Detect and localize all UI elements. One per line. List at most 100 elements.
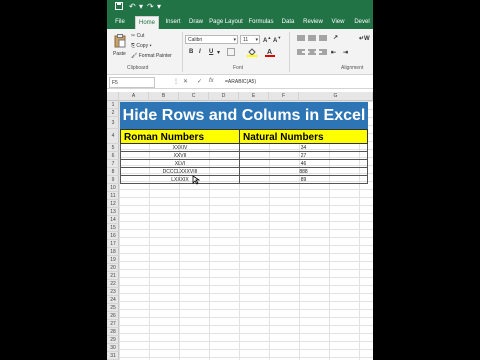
row-header[interactable]: 26 xyxy=(107,312,119,320)
row-header[interactable]: 18 xyxy=(107,248,119,256)
row-header[interactable]: 30 xyxy=(107,344,119,352)
tab-insert[interactable]: Insert xyxy=(163,16,183,29)
column-header[interactable]: E xyxy=(239,92,269,101)
row-header[interactable]: 2 xyxy=(107,109,119,117)
increase-indent-icon[interactable]: ⇥ xyxy=(343,49,348,56)
align-left-icon[interactable] xyxy=(297,49,305,58)
row-header[interactable]: 3 xyxy=(107,117,119,129)
row-header[interactable]: 31 xyxy=(107,352,119,360)
font-size-select[interactable]: 11 ▾ xyxy=(240,35,260,44)
align-middle-icon[interactable] xyxy=(308,35,316,44)
paste-button[interactable]: Paste xyxy=(112,32,128,60)
header-roman-numbers[interactable]: Roman Numbers xyxy=(120,129,240,144)
row-header[interactable]: 29 xyxy=(107,336,119,344)
wrap-text-button[interactable]: ↵W xyxy=(359,35,370,42)
table-cell-natural[interactable]: 89 xyxy=(239,176,368,184)
row-header[interactable]: 28 xyxy=(107,328,119,336)
italic-button[interactable]: I xyxy=(199,49,201,55)
column-header[interactable]: B xyxy=(149,92,179,101)
save-icon[interactable] xyxy=(115,2,123,12)
table-cell-natural[interactable]: 27 xyxy=(239,152,368,160)
title-banner[interactable]: Hide Rows and Colums in Excel xyxy=(120,102,368,129)
formula-bar: F5 ⋮ ✕ ✓ fx =ARABIC(A5) xyxy=(107,76,373,89)
chevron-down-icon[interactable]: ▾ xyxy=(139,2,143,12)
row-header[interactable]: 22 xyxy=(107,280,119,288)
row-header[interactable]: 8 xyxy=(107,168,119,176)
table-cell-roman[interactable]: DCCCLXXXVIII xyxy=(120,168,240,176)
grow-font-icon[interactable]: A▲ xyxy=(263,35,271,44)
header-natural-numbers[interactable]: Natural Numbers xyxy=(239,129,368,144)
name-box[interactable]: F5 xyxy=(109,77,155,88)
table-cell-roman[interactable]: LXXXIX xyxy=(120,176,240,184)
chevron-down-icon[interactable]: ▾ xyxy=(217,49,220,56)
tab-view[interactable]: View xyxy=(329,16,347,29)
row-header[interactable]: 27 xyxy=(107,320,119,328)
row-header[interactable]: 6 xyxy=(107,152,119,160)
tab-page-layout[interactable]: Page Layout xyxy=(209,16,243,29)
tab-review[interactable]: Review xyxy=(301,16,325,29)
cut-label: Cut xyxy=(136,33,145,39)
align-center-icon[interactable] xyxy=(308,49,316,58)
underline-button[interactable]: U xyxy=(209,49,213,55)
undo-icon[interactable]: ↶ xyxy=(129,2,136,12)
copy-button[interactable]: ⎘ Copy ▾ xyxy=(131,43,152,49)
column-header[interactable]: A xyxy=(119,92,149,101)
row-header[interactable]: 13 xyxy=(107,208,119,216)
row-header[interactable]: 20 xyxy=(107,264,119,272)
row-header[interactable]: 17 xyxy=(107,240,119,248)
fill-color-icon[interactable] xyxy=(247,47,257,59)
row-header[interactable]: 16 xyxy=(107,232,119,240)
row-header[interactable]: 9 xyxy=(107,176,119,184)
column-header[interactable]: C xyxy=(179,92,209,101)
table-cell-natural[interactable]: 46 xyxy=(239,160,368,168)
tab-home[interactable]: Home xyxy=(135,16,159,29)
decrease-indent-icon[interactable]: ⇤ xyxy=(331,49,336,56)
table-cell-roman[interactable]: XXVII xyxy=(120,152,240,160)
column-header[interactable]: D xyxy=(209,92,239,101)
select-all-corner[interactable] xyxy=(107,92,119,101)
align-top-icon[interactable] xyxy=(297,35,305,44)
table-cell-natural[interactable]: 34 xyxy=(239,144,368,152)
row-header[interactable]: 25 xyxy=(107,304,119,312)
borders-icon[interactable] xyxy=(227,48,235,58)
tab-formulas[interactable]: Formulas xyxy=(247,16,275,29)
row-header[interactable]: 11 xyxy=(107,192,119,200)
more-icon[interactable]: ▾ xyxy=(157,2,161,12)
row-header[interactable]: 5 xyxy=(107,144,119,152)
row-header[interactable]: 19 xyxy=(107,256,119,264)
row-header[interactable]: 7 xyxy=(107,160,119,168)
row-header[interactable]: 4 xyxy=(107,129,119,144)
orientation-icon[interactable]: ↗ xyxy=(333,34,338,41)
row-header[interactable]: 12 xyxy=(107,200,119,208)
font-name-select[interactable]: Calibri ▾ xyxy=(185,35,238,44)
row-header[interactable]: 10 xyxy=(107,184,119,192)
format-painter-button[interactable]: 🖌 Format Painter xyxy=(131,53,172,59)
align-bottom-icon[interactable] xyxy=(319,35,327,44)
cut-button[interactable]: ✂ Cut xyxy=(131,33,144,39)
align-right-icon[interactable] xyxy=(319,49,327,58)
cancel-icon[interactable]: ✕ xyxy=(183,78,188,85)
row-header[interactable]: 21 xyxy=(107,272,119,280)
table-cell-natural[interactable]: 888 xyxy=(239,168,368,176)
redo-icon[interactable]: ↷ xyxy=(147,2,154,12)
tab-developer[interactable]: Devel xyxy=(351,16,373,29)
shrink-font-icon[interactable]: A▼ xyxy=(273,35,281,44)
column-header[interactable]: F xyxy=(269,92,299,101)
row-header[interactable]: 14 xyxy=(107,216,119,224)
row-header[interactable]: 23 xyxy=(107,288,119,296)
enter-icon[interactable]: ✓ xyxy=(197,78,202,85)
formula-input[interactable]: =ARABIC(A5) xyxy=(225,77,256,88)
table-cell-roman[interactable]: XXXIV xyxy=(120,144,240,152)
font-color-icon[interactable]: A xyxy=(265,47,275,59)
bold-button[interactable]: B xyxy=(189,49,193,55)
row-header[interactable]: 1 xyxy=(107,101,119,109)
tab-file[interactable]: File xyxy=(113,16,127,29)
tab-draw[interactable]: Draw xyxy=(187,16,205,29)
table-cell-roman[interactable]: XLVI xyxy=(120,160,240,168)
row-header[interactable]: 15 xyxy=(107,224,119,232)
row-header[interactable]: 24 xyxy=(107,296,119,304)
tab-data[interactable]: Data xyxy=(279,16,297,29)
separator xyxy=(289,32,290,72)
column-header[interactable]: G xyxy=(299,92,373,101)
insert-function-icon[interactable]: fx xyxy=(209,78,214,84)
